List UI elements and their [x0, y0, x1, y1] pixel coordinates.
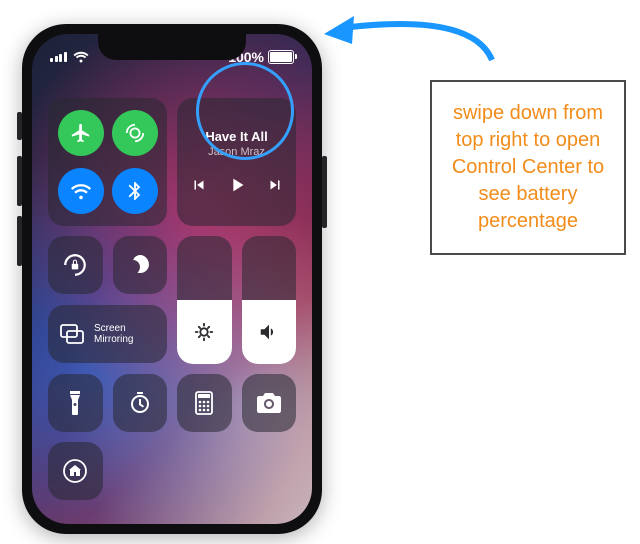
wifi-icon [73, 51, 89, 63]
notch [98, 34, 246, 60]
connectivity-tile[interactable] [48, 98, 167, 226]
bluetooth-button[interactable] [112, 168, 158, 214]
screen-mirroring-button[interactable]: Screen Mirroring [48, 305, 167, 363]
orientation-lock-button[interactable] [48, 236, 103, 294]
volume-slider[interactable] [242, 236, 297, 364]
play-icon[interactable] [226, 174, 248, 196]
camera-button[interactable] [242, 374, 297, 432]
volume-icon [258, 321, 280, 343]
music-artist: Jason Mraz [208, 146, 265, 158]
screen-mirroring-label-2: Mirroring [94, 334, 133, 345]
next-track-icon[interactable] [266, 176, 284, 194]
calculator-button[interactable] [177, 374, 232, 432]
iphone-frame: 100% [22, 24, 322, 534]
control-center: Have It All Jason Mraz [48, 98, 296, 500]
flashlight-button[interactable] [48, 374, 103, 432]
previous-track-icon[interactable] [190, 176, 208, 194]
screen-mirroring-icon [60, 324, 84, 344]
wifi-button[interactable] [58, 168, 104, 214]
brightness-icon [193, 321, 215, 343]
airplane-mode-button[interactable] [58, 110, 104, 156]
screen-mirroring-label-1: Screen [94, 323, 133, 334]
do-not-disturb-button[interactable] [113, 236, 168, 294]
cellular-signal-icon [50, 52, 67, 62]
iphone-screen: 100% [32, 34, 312, 524]
instruction-text: swipe down from top right to open Contro… [442, 100, 614, 235]
music-tile[interactable]: Have It All Jason Mraz [177, 98, 296, 226]
battery-icon [268, 50, 294, 64]
brightness-slider[interactable] [177, 236, 232, 364]
phone-side-button [322, 156, 327, 228]
annotation-arrow [312, 4, 512, 68]
cellular-data-button[interactable] [112, 110, 158, 156]
music-title: Have It All [205, 129, 267, 144]
home-button[interactable] [48, 442, 103, 500]
timer-button[interactable] [113, 374, 168, 432]
instruction-callout: swipe down from top right to open Contro… [430, 80, 626, 255]
